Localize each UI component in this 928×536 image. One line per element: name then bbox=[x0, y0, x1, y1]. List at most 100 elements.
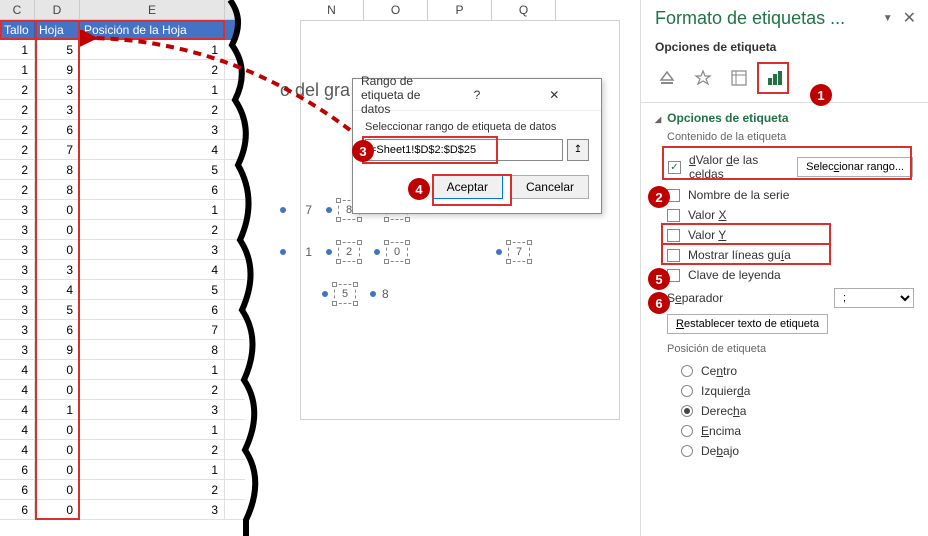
panel-dropdown-icon[interactable]: ▼ bbox=[883, 13, 893, 24]
cell[interactable]: 3 bbox=[0, 280, 35, 299]
table-row[interactable]: 274 bbox=[0, 140, 245, 160]
col-header-c[interactable]: C bbox=[0, 0, 35, 19]
cell[interactable]: 1 bbox=[80, 460, 225, 479]
table-row[interactable]: 402 bbox=[0, 440, 245, 460]
cell[interactable]: 3 bbox=[0, 200, 35, 219]
cell[interactable]: 3 bbox=[35, 260, 80, 279]
cell[interactable]: 3 bbox=[0, 320, 35, 339]
cell[interactable]: 6 bbox=[35, 120, 80, 139]
cell[interactable]: 4 bbox=[0, 420, 35, 439]
cell[interactable]: 0 bbox=[35, 360, 80, 379]
cell[interactable]: 1 bbox=[35, 400, 80, 419]
table-row[interactable]: 301 bbox=[0, 200, 245, 220]
table-row[interactable]: 151 bbox=[0, 40, 245, 60]
cell[interactable]: 5 bbox=[80, 280, 225, 299]
data-label-box[interactable]: 0 bbox=[386, 242, 408, 262]
cell[interactable]: 2 bbox=[80, 100, 225, 119]
table-row[interactable]: 603 bbox=[0, 500, 245, 520]
cell[interactable]: 6 bbox=[0, 500, 35, 519]
cell[interactable]: 2 bbox=[80, 380, 225, 399]
cell[interactable]: 3 bbox=[80, 240, 225, 259]
cell[interactable]: 2 bbox=[80, 480, 225, 499]
cell[interactable]: 7 bbox=[80, 320, 225, 339]
table-row[interactable]: 302 bbox=[0, 220, 245, 240]
cell[interactable]: 2 bbox=[80, 60, 225, 79]
cell[interactable]: 1 bbox=[80, 80, 225, 99]
table-row[interactable]: 398 bbox=[0, 340, 245, 360]
value-x-checkbox[interactable] bbox=[667, 209, 680, 222]
cell[interactable]: 1 bbox=[80, 360, 225, 379]
cell[interactable]: 2 bbox=[0, 160, 35, 179]
table-row[interactable]: 192 bbox=[0, 60, 245, 80]
data-label-box[interactable]: 7 bbox=[508, 242, 530, 262]
left-radio[interactable] bbox=[681, 385, 693, 397]
cell[interactable]: 5 bbox=[80, 160, 225, 179]
cell[interactable]: 2 bbox=[0, 140, 35, 159]
cell[interactable]: 2 bbox=[80, 220, 225, 239]
cell[interactable]: 4 bbox=[0, 360, 35, 379]
cell[interactable]: 3 bbox=[0, 220, 35, 239]
close-icon[interactable]: ✕ bbox=[516, 88, 593, 102]
cell[interactable]: 3 bbox=[80, 120, 225, 139]
cell[interactable]: 0 bbox=[35, 380, 80, 399]
table-row[interactable]: 286 bbox=[0, 180, 245, 200]
table-row[interactable]: 601 bbox=[0, 460, 245, 480]
cell[interactable]: 3 bbox=[0, 240, 35, 259]
cell[interactable]: 3 bbox=[0, 300, 35, 319]
cell[interactable]: 3 bbox=[80, 500, 225, 519]
cell[interactable]: 6 bbox=[80, 300, 225, 319]
help-icon[interactable]: ? bbox=[438, 88, 515, 102]
cell[interactable]: 9 bbox=[35, 340, 80, 359]
below-radio[interactable] bbox=[681, 445, 693, 457]
cell[interactable]: 0 bbox=[35, 200, 80, 219]
cell[interactable]: 1 bbox=[0, 60, 35, 79]
col-header-n[interactable]: N bbox=[300, 0, 364, 20]
cell[interactable]: 4 bbox=[80, 260, 225, 279]
cell[interactable]: 0 bbox=[35, 460, 80, 479]
cell[interactable]: 7 bbox=[35, 140, 80, 159]
cancel-button[interactable]: Cancelar bbox=[511, 175, 589, 199]
value-y-checkbox[interactable] bbox=[667, 229, 680, 242]
col-header-o[interactable]: O bbox=[364, 0, 428, 20]
cell[interactable]: 6 bbox=[0, 460, 35, 479]
cell[interactable]: 1 bbox=[80, 200, 225, 219]
table-row[interactable]: 263 bbox=[0, 120, 245, 140]
cell[interactable]: 3 bbox=[0, 260, 35, 279]
cell[interactable]: 6 bbox=[0, 480, 35, 499]
cell[interactable]: 8 bbox=[80, 340, 225, 359]
cell[interactable]: 9 bbox=[35, 60, 80, 79]
cell[interactable]: 1 bbox=[80, 420, 225, 439]
cell[interactable]: 2 bbox=[0, 80, 35, 99]
legend-key-checkbox[interactable] bbox=[667, 269, 680, 282]
cell[interactable]: 0 bbox=[35, 240, 80, 259]
cell[interactable]: 2 bbox=[0, 100, 35, 119]
cell[interactable]: 0 bbox=[35, 220, 80, 239]
table-row[interactable]: 345 bbox=[0, 280, 245, 300]
cell[interactable]: 0 bbox=[35, 420, 80, 439]
collapse-range-icon[interactable]: ↥ bbox=[567, 139, 589, 161]
effects-icon[interactable] bbox=[691, 66, 715, 90]
cell[interactable]: 0 bbox=[35, 440, 80, 459]
size-icon[interactable] bbox=[727, 66, 751, 90]
above-radio[interactable] bbox=[681, 425, 693, 437]
table-row[interactable]: 413 bbox=[0, 400, 245, 420]
table-row[interactable]: 367 bbox=[0, 320, 245, 340]
cell[interactable]: 3 bbox=[35, 80, 80, 99]
cell[interactable]: 3 bbox=[0, 340, 35, 359]
range-input[interactable] bbox=[365, 139, 563, 161]
cell[interactable]: 2 bbox=[80, 440, 225, 459]
close-icon[interactable]: ✕ bbox=[903, 8, 916, 28]
table-row[interactable]: 602 bbox=[0, 480, 245, 500]
cell-value-checkbox[interactable] bbox=[668, 161, 681, 174]
table-row[interactable]: 401 bbox=[0, 360, 245, 380]
cell[interactable]: 0 bbox=[35, 500, 80, 519]
cell[interactable]: 6 bbox=[80, 180, 225, 199]
reset-label-text-button[interactable]: Restablecer texto de etiqueta bbox=[667, 314, 828, 334]
cell[interactable]: 3 bbox=[35, 100, 80, 119]
separator-select[interactable]: ; bbox=[834, 288, 914, 308]
table-row[interactable]: 285 bbox=[0, 160, 245, 180]
header-hoja[interactable]: Hoja bbox=[35, 20, 80, 40]
cell[interactable]: 8 bbox=[35, 180, 80, 199]
cell[interactable]: 8 bbox=[35, 160, 80, 179]
dialog-titlebar[interactable]: Rango de etiqueta de datos ? ✕ bbox=[353, 79, 601, 111]
